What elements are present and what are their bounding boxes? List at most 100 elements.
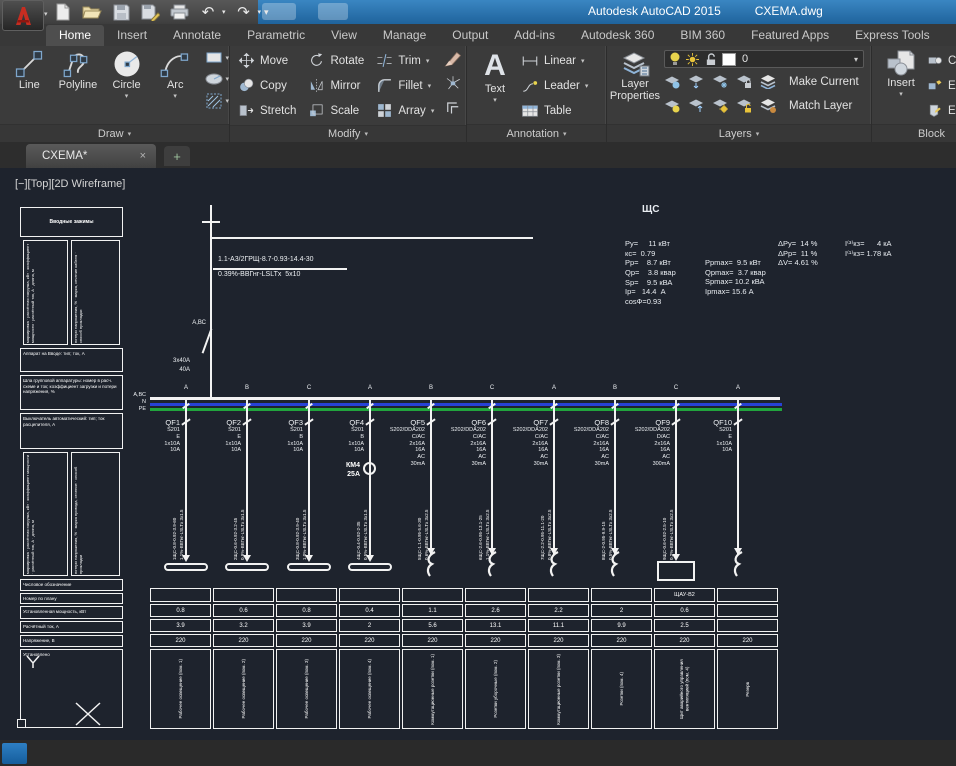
- move-button[interactable]: Move: [238, 48, 296, 73]
- luminaire-symbol: [164, 563, 208, 571]
- undo-caret-icon[interactable]: ▾: [222, 8, 226, 16]
- application-menu-button[interactable]: [2, 0, 44, 31]
- tab-featured-apps[interactable]: Featured Apps: [738, 25, 842, 46]
- redo-button[interactable]: ↷: [233, 2, 255, 22]
- table-header-cell: [276, 588, 337, 602]
- redo-caret-icon[interactable]: ▾: [258, 8, 262, 16]
- hatch-button[interactable]: ▾: [204, 92, 230, 110]
- rectangle-button[interactable]: ▾: [204, 50, 230, 66]
- autocad-logo-icon: [11, 5, 35, 27]
- panel-calc-col4: I⁽³⁾кз= 4 кАI⁽¹⁾кз= 1.78 кА: [845, 220, 892, 278]
- layer-on-icon[interactable]: [664, 98, 680, 113]
- voltage-cell: 220: [654, 634, 715, 647]
- stretch-button[interactable]: Stretch: [238, 98, 296, 123]
- layer-thaw-icon[interactable]: [712, 98, 728, 113]
- panel-label-annotation[interactable]: Annotation▾: [467, 124, 606, 142]
- layer-unlock-small-icon[interactable]: [736, 98, 752, 113]
- panel-label-block[interactable]: Block: [872, 124, 956, 142]
- linear-dimension-button[interactable]: Linear▾: [521, 48, 588, 73]
- edit-block-icon: [928, 79, 943, 92]
- leader-button[interactable]: Leader▾: [521, 73, 588, 98]
- tab-output[interactable]: Output: [439, 25, 501, 46]
- line-button[interactable]: Line: [6, 46, 53, 124]
- save-button[interactable]: [110, 2, 132, 22]
- window-title: Autodesk AutoCAD 2015 CXEMA.dwg: [588, 4, 823, 18]
- tab-manage[interactable]: Manage: [370, 25, 439, 46]
- tab-autodesk360[interactable]: Autodesk 360: [568, 25, 667, 46]
- viewport-controls[interactable]: [−][Top][2D Wireframe]: [15, 178, 125, 190]
- copy-button[interactable]: Copy: [238, 73, 296, 98]
- titlebar-ghost-icon: [318, 3, 348, 20]
- plot-button[interactable]: [168, 2, 190, 22]
- autocad-window: ▾ ↶ ▾ ↷ ▾ ▾ Autodesk AutoCAD 2015 CXEMA.…: [0, 0, 956, 766]
- redo-icon: ↷: [237, 3, 250, 21]
- layer-properties-button[interactable]: Layer Properties: [607, 46, 663, 124]
- match-layer-label[interactable]: Match Layer: [789, 100, 852, 112]
- layer-off-icon[interactable]: [664, 74, 680, 89]
- make-current-label[interactable]: Make Current: [789, 76, 859, 88]
- create-block-button[interactable]: Create: [928, 48, 956, 73]
- layer-lock-icon[interactable]: [736, 74, 752, 89]
- polyline-label: Polyline: [59, 79, 98, 91]
- power-cell: 0.6: [654, 604, 715, 617]
- tab-bim360[interactable]: BIM 360: [667, 25, 738, 46]
- tab-parametric[interactable]: Parametric: [234, 25, 318, 46]
- legend-row-cell: Числовое обозначение: [20, 579, 123, 591]
- offset-icon[interactable]: [444, 98, 462, 114]
- arc-button[interactable]: Arc ▾: [152, 46, 199, 124]
- polyline-button[interactable]: Polyline: [55, 46, 102, 124]
- polyline-icon: [63, 49, 93, 79]
- panel-label-draw[interactable]: Draw▾: [0, 124, 229, 142]
- scale-button[interactable]: Scale: [308, 98, 364, 123]
- insert-block-button[interactable]: Insert ▾: [878, 46, 924, 124]
- array-button[interactable]: Array▾: [376, 98, 434, 123]
- edit-block-button[interactable]: Edit: [928, 73, 956, 98]
- mirror-button[interactable]: Mirror: [308, 73, 364, 98]
- match-layer-icon[interactable]: [760, 98, 777, 113]
- save-as-button[interactable]: [139, 2, 161, 22]
- tab-express-tools[interactable]: Express Tools: [842, 25, 942, 46]
- open-file-button[interactable]: [81, 2, 103, 22]
- file-tab-cxema[interactable]: CXEMA* ×: [26, 144, 156, 168]
- layer-on-bulb-icon: [670, 52, 680, 66]
- ellipse-button[interactable]: ▾: [204, 71, 230, 87]
- layer-freeze-icon[interactable]: [712, 74, 728, 89]
- subpanel-symbol: [657, 561, 695, 581]
- make-current-icon[interactable]: [760, 74, 777, 89]
- line-icon: [14, 49, 44, 79]
- table-button[interactable]: Table: [521, 98, 588, 123]
- qat-customize-icon[interactable]: ▾: [264, 7, 269, 18]
- new-drawing-tab-button[interactable]: +: [164, 146, 190, 166]
- load-name-cell: Розетки (пом. 4): [591, 649, 652, 729]
- tab-insert[interactable]: Insert: [104, 25, 160, 46]
- breaker-label-qf5: QF5S202/DDA202C/AC2x16A16AAC30mA: [369, 418, 425, 468]
- file-tab-close-icon[interactable]: ×: [140, 150, 146, 162]
- hatch-caret-icon: ▾: [226, 97, 230, 105]
- layer-unisolate-icon[interactable]: [688, 98, 704, 113]
- tab-view[interactable]: View: [318, 25, 370, 46]
- tab-addins[interactable]: Add-ins: [501, 25, 568, 46]
- tab-home[interactable]: Home: [46, 25, 104, 46]
- layer-isolate-icon[interactable]: [688, 74, 704, 89]
- explode-icon[interactable]: [444, 75, 462, 91]
- panel-label-modify[interactable]: Modify▾: [230, 125, 466, 142]
- table-header-cell: [591, 588, 652, 602]
- erase-icon[interactable]: [444, 52, 462, 68]
- drawing-canvas[interactable]: [−][Top][2D Wireframe] 1.1-А3/2ГРЩ-8.7-0…: [0, 168, 956, 740]
- tab-annotate[interactable]: Annotate: [160, 25, 234, 46]
- edit-attributes-button[interactable]: Edit: [928, 98, 956, 123]
- circle-button[interactable]: Circle ▾: [103, 46, 150, 124]
- legend-vcell: маркировка · расчётная нагрузка, кВт · к…: [23, 452, 68, 576]
- layer-select[interactable]: 0 ▾: [664, 50, 864, 68]
- text-button[interactable]: A Text ▾: [475, 46, 515, 124]
- panel-label-layers[interactable]: Layers▾: [607, 124, 871, 142]
- new-file-button[interactable]: [52, 2, 74, 22]
- text-caret-icon: ▾: [493, 95, 497, 107]
- table-header-cell: [528, 588, 589, 602]
- luminaire-symbol: [348, 563, 392, 571]
- undo-button[interactable]: ↶: [197, 2, 219, 22]
- statusbar-blue-button[interactable]: [2, 743, 27, 764]
- rotate-button[interactable]: Rotate: [308, 48, 364, 73]
- fillet-button[interactable]: Fillet▾: [376, 73, 434, 98]
- trim-button[interactable]: Trim▾: [376, 48, 434, 73]
